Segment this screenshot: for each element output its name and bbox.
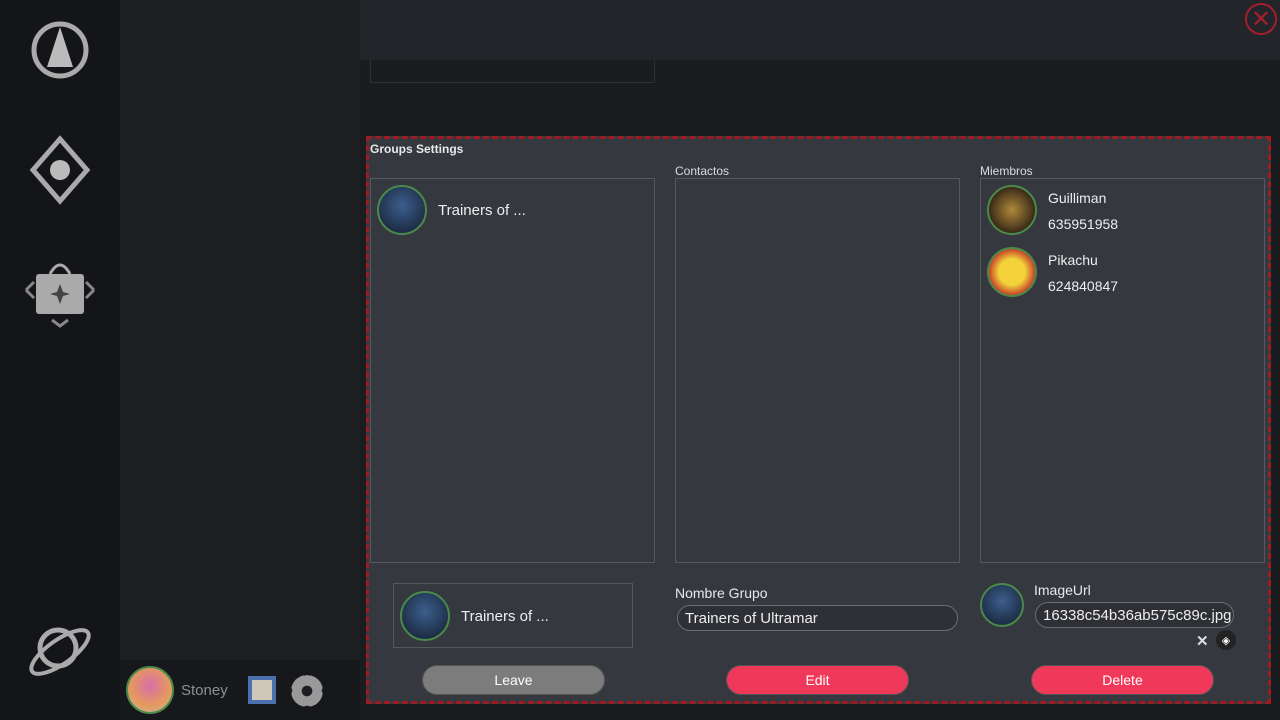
settings-gear-icon[interactable]: [291, 675, 323, 707]
list-item[interactable]: Guilliman 635951958: [981, 179, 1264, 241]
delete-button[interactable]: Delete: [1031, 665, 1214, 695]
user-bar: Stoney: [120, 660, 360, 720]
member-phone: 624840847: [1048, 278, 1119, 294]
members-list[interactable]: Guilliman 635951958 Pikachu 624840847: [980, 178, 1265, 563]
search-strip: [370, 60, 655, 83]
image-url-input[interactable]: 16338c54b36ab575c89c.jpg: [1035, 602, 1234, 628]
leave-button[interactable]: Leave: [422, 665, 605, 695]
close-icon[interactable]: ✕: [1245, 3, 1277, 35]
group-name: Trainers of ...: [438, 202, 526, 219]
group-name-label: Nombre Grupo: [675, 585, 768, 601]
group-name-input[interactable]: Trainers of Ultramar: [677, 605, 958, 631]
layers-icon[interactable]: ◈: [1216, 630, 1236, 650]
top-bar: ✕: [360, 0, 1280, 60]
list-item[interactable]: Pikachu 624840847: [981, 241, 1264, 303]
shop-bag-icon[interactable]: [22, 252, 98, 328]
edit-button[interactable]: Edit: [726, 665, 909, 695]
group-image-preview: [980, 583, 1024, 627]
selected-group-name: Trainers of ...: [461, 608, 549, 625]
contacts-list[interactable]: [675, 178, 960, 563]
list-item[interactable]: Trainers of ...: [371, 179, 654, 241]
group-avatar: [400, 591, 450, 641]
contacts-label: Contactos: [675, 164, 730, 178]
groups-settings-dialog: Groups Settings Trainers of ... Contacto…: [366, 136, 1271, 704]
app-nav-rail: [0, 0, 120, 720]
image-url-label: ImageUrl: [1034, 582, 1091, 598]
user-avatar[interactable]: [126, 666, 174, 714]
crest-icon[interactable]: [22, 132, 98, 208]
logout-icon[interactable]: [248, 676, 276, 704]
groups-list[interactable]: Trainers of ...: [370, 178, 655, 563]
planet-icon[interactable]: [22, 612, 98, 688]
member-avatar: [987, 247, 1037, 297]
dialog-title: Groups Settings: [370, 142, 464, 156]
member-avatar: [987, 185, 1037, 235]
side-panel: [120, 0, 360, 720]
selected-group-card: Trainers of ...: [393, 583, 633, 648]
group-avatar: [377, 185, 427, 235]
character-emblem-icon[interactable]: [22, 12, 98, 88]
member-phone: 635951958: [1048, 216, 1119, 232]
member-name: Pikachu: [1048, 252, 1098, 268]
members-label: Miembros: [980, 164, 1033, 178]
clear-icon[interactable]: ✕: [1196, 632, 1209, 650]
username: Stoney: [181, 682, 228, 699]
member-name: Guilliman: [1048, 190, 1107, 206]
